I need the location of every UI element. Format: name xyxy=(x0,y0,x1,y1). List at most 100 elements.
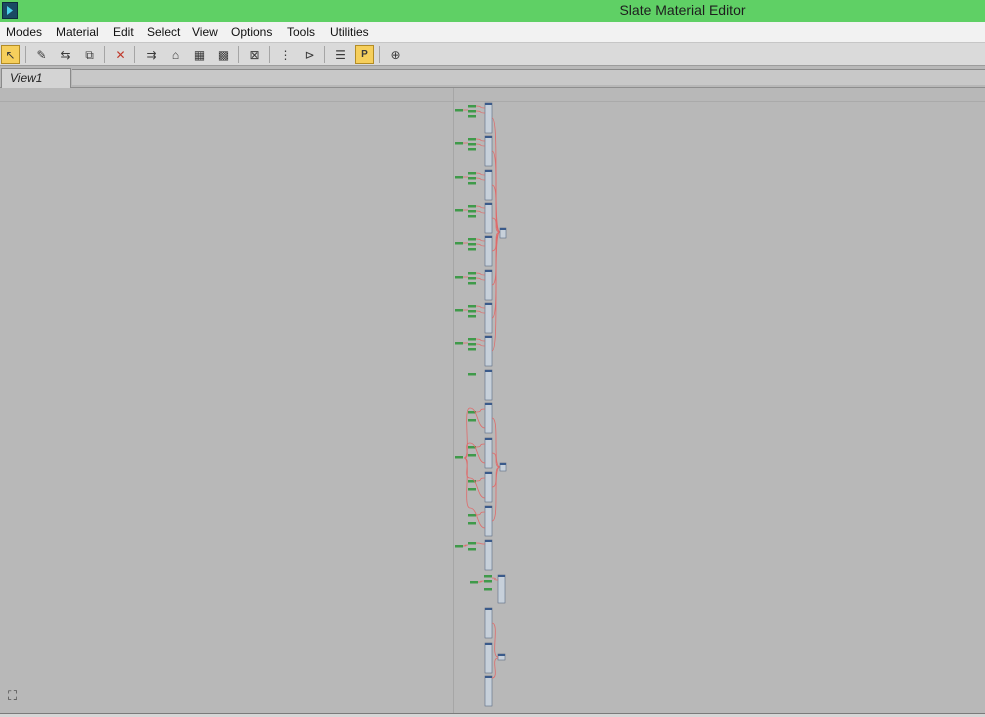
map-node[interactable] xyxy=(455,545,463,548)
menu-options[interactable]: Options xyxy=(231,25,272,39)
material-node[interactable] xyxy=(484,369,493,401)
map-node[interactable] xyxy=(468,310,476,313)
material-node[interactable] xyxy=(484,437,493,469)
menu-utilities[interactable]: Utilities xyxy=(330,25,369,39)
show-shaded-tool[interactable]: ▦ xyxy=(190,45,209,64)
map-node[interactable] xyxy=(468,488,476,491)
map-node[interactable] xyxy=(468,177,476,180)
map-node[interactable] xyxy=(468,315,476,318)
material-node-header[interactable] xyxy=(485,608,492,610)
material-node[interactable] xyxy=(484,402,493,434)
material-node-header[interactable] xyxy=(485,676,492,678)
material-node-header[interactable] xyxy=(485,303,492,305)
map-node[interactable] xyxy=(468,210,476,213)
map-node[interactable] xyxy=(455,109,463,112)
map-node[interactable] xyxy=(468,143,476,146)
map-node[interactable] xyxy=(468,272,476,275)
assign-to-selection-tool[interactable]: ⧉ xyxy=(80,45,99,64)
material-node[interactable] xyxy=(484,335,493,367)
material-node[interactable] xyxy=(484,169,493,201)
map-node[interactable] xyxy=(484,588,492,591)
map-node[interactable] xyxy=(468,138,476,141)
menu-select[interactable]: Select xyxy=(147,25,180,39)
map-node[interactable] xyxy=(468,282,476,285)
material-node-header[interactable] xyxy=(485,472,492,474)
material-node[interactable] xyxy=(484,135,493,167)
menu-tools[interactable]: Tools xyxy=(287,25,315,39)
material-node[interactable] xyxy=(484,269,493,301)
show-end-result-tool[interactable]: ⊠ xyxy=(245,45,264,64)
put-to-scene-tool[interactable]: ⇆ xyxy=(56,45,75,64)
material-node-header[interactable] xyxy=(485,203,492,205)
material-node-header[interactable] xyxy=(498,575,505,577)
delete-tool[interactable]: ✕ xyxy=(111,45,130,64)
map-node[interactable] xyxy=(455,309,463,312)
material-map-browser-tool[interactable]: ☰ xyxy=(331,45,350,64)
material-node-header[interactable] xyxy=(485,136,492,138)
pick-material-tool[interactable]: ✎ xyxy=(32,45,51,64)
map-node[interactable] xyxy=(468,148,476,151)
material-node-header[interactable] xyxy=(485,370,492,372)
map-node[interactable] xyxy=(468,105,476,108)
material-node[interactable] xyxy=(484,302,493,334)
material-node-header[interactable] xyxy=(485,336,492,338)
binoculars-icon[interactable]: ⛶ xyxy=(8,688,17,704)
map-node[interactable] xyxy=(468,172,476,175)
map-node[interactable] xyxy=(468,373,476,376)
material-node-header[interactable] xyxy=(485,103,492,105)
map-node[interactable] xyxy=(468,338,476,341)
material-node[interactable] xyxy=(484,505,493,537)
map-node[interactable] xyxy=(455,342,463,345)
material-node[interactable] xyxy=(497,574,506,604)
material-node-header[interactable] xyxy=(485,236,492,238)
material-node[interactable] xyxy=(484,675,493,707)
move-children-tool[interactable]: ⇉ xyxy=(142,45,161,64)
layout-all-tool[interactable]: ⋮ xyxy=(276,45,295,64)
parameter-editor-tool[interactable]: P xyxy=(355,45,374,64)
map-node[interactable] xyxy=(468,343,476,346)
hide-unused-slots-tool[interactable]: ⌂ xyxy=(166,45,185,64)
map-node[interactable] xyxy=(468,248,476,251)
menu-view[interactable]: View xyxy=(192,25,218,39)
map-node[interactable] xyxy=(468,305,476,308)
map-node[interactable] xyxy=(468,348,476,351)
map-node[interactable] xyxy=(468,542,476,545)
map-node[interactable] xyxy=(455,456,463,459)
material-node[interactable] xyxy=(484,102,493,134)
material-node-header[interactable] xyxy=(485,506,492,508)
map-node[interactable] xyxy=(468,548,476,551)
map-node[interactable] xyxy=(468,419,476,422)
map-node[interactable] xyxy=(484,580,492,583)
show-realistic-tool[interactable]: ▩ xyxy=(214,45,233,64)
menu-modes[interactable]: Modes xyxy=(6,25,42,39)
material-node[interactable] xyxy=(484,539,493,571)
multi-sub-material-node-header[interactable] xyxy=(500,463,506,465)
map-node[interactable] xyxy=(468,110,476,113)
menu-material[interactable]: Material xyxy=(56,25,99,39)
map-node[interactable] xyxy=(468,182,476,185)
menu-edit[interactable]: Edit xyxy=(113,25,134,39)
material-node-header[interactable] xyxy=(485,643,492,645)
layout-children-tool[interactable]: ⊳ xyxy=(300,45,319,64)
material-node-header[interactable] xyxy=(485,403,492,405)
select-tool[interactable]: ↖ xyxy=(1,45,20,64)
material-node[interactable] xyxy=(484,202,493,234)
material-node[interactable] xyxy=(484,235,493,267)
map-node[interactable] xyxy=(455,242,463,245)
map-node[interactable] xyxy=(455,276,463,279)
map-node[interactable] xyxy=(468,277,476,280)
map-node[interactable] xyxy=(455,176,463,179)
material-node-header[interactable] xyxy=(485,438,492,440)
map-node[interactable] xyxy=(468,215,476,218)
material-node[interactable] xyxy=(484,607,493,639)
material-node[interactable] xyxy=(484,471,493,503)
map-node[interactable] xyxy=(468,238,476,241)
tab-view1[interactable]: View1 xyxy=(1,68,71,88)
material-node-graph[interactable] xyxy=(440,98,520,710)
map-node[interactable] xyxy=(470,581,478,584)
material-node-header[interactable] xyxy=(485,170,492,172)
material-node-header[interactable] xyxy=(485,270,492,272)
map-node[interactable] xyxy=(468,115,476,118)
map-node[interactable] xyxy=(468,243,476,246)
map-node[interactable] xyxy=(468,514,476,517)
